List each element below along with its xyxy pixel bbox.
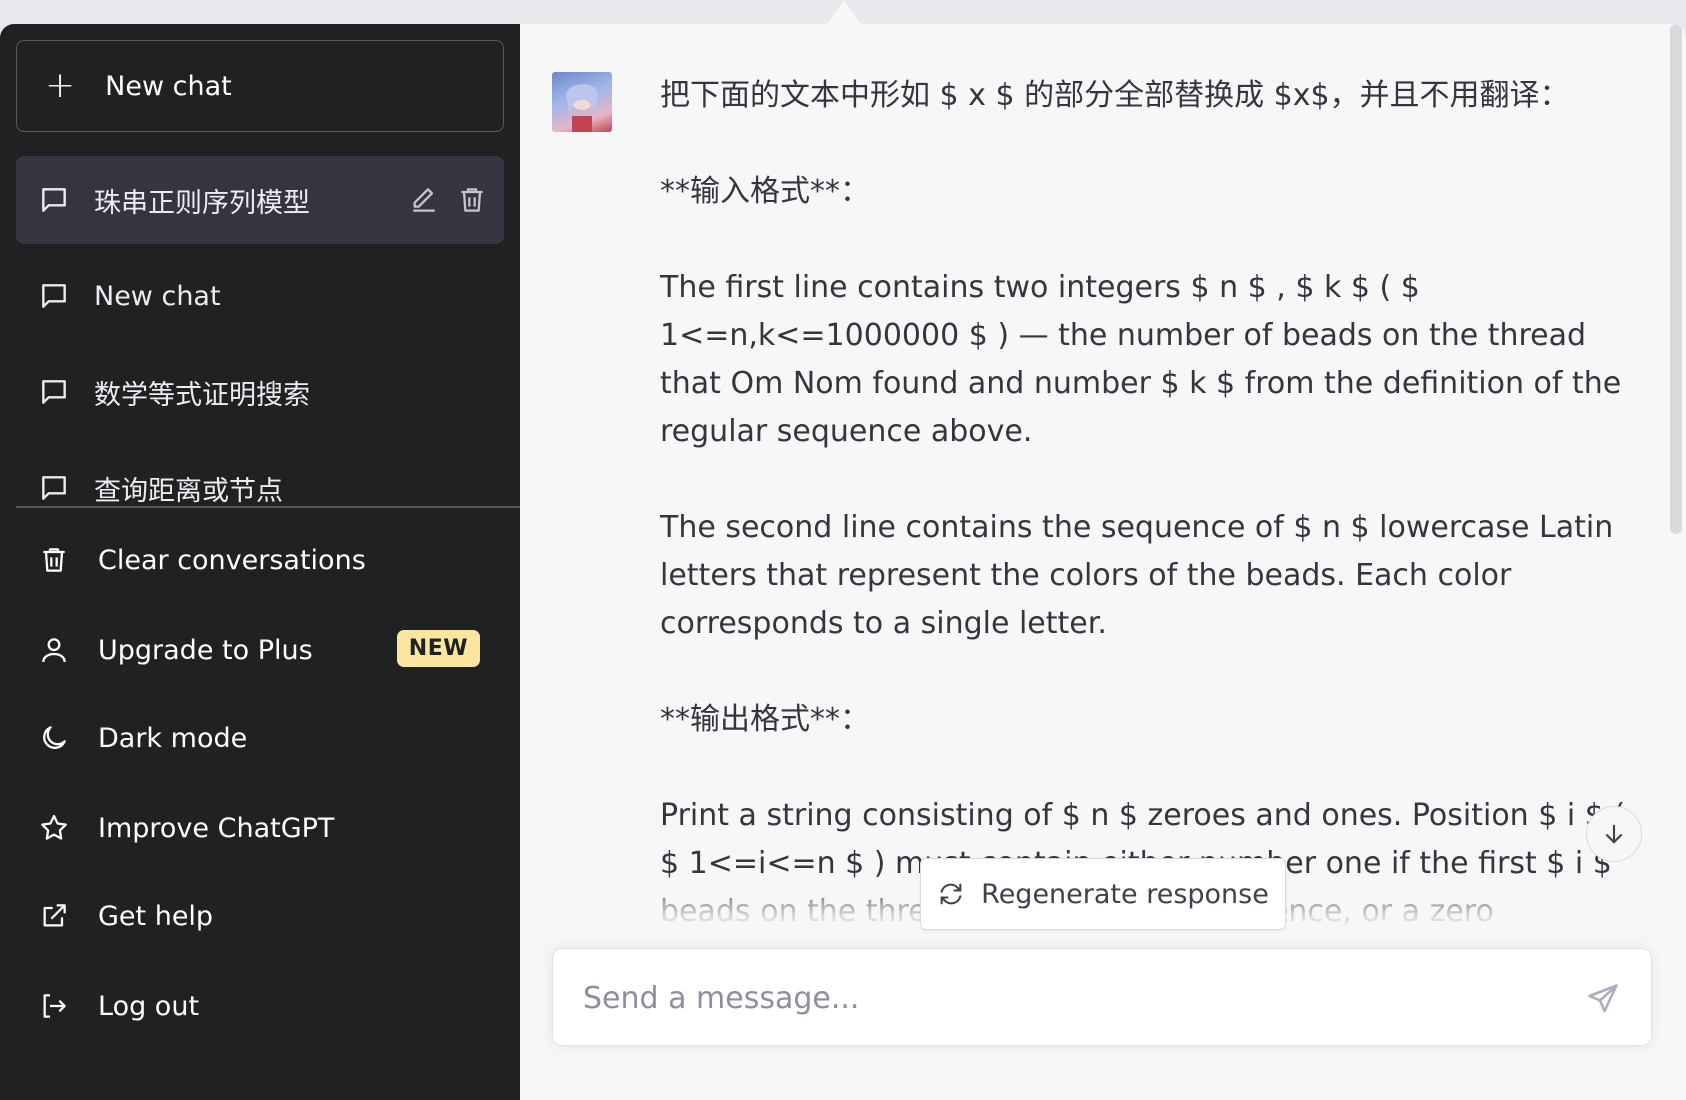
upgrade-label: Upgrade to Plus	[98, 634, 313, 666]
edit-icon[interactable]	[408, 184, 440, 216]
app-window: + New chat 珠串正则序列模型 New chat 数学等式证明搜索 查询…	[0, 24, 1686, 1100]
message-input[interactable]	[583, 973, 1543, 1023]
dark-mode-label: Dark mode	[98, 722, 248, 754]
clear-label: Clear conversations	[98, 544, 366, 576]
chat-main: 把下面的文本中形如 $ x $ 的部分全部替换成 $x$，并且不用翻译： **输…	[520, 24, 1686, 1100]
sidebar-item-label: New chat	[94, 280, 221, 312]
sidebar-item-chat-4[interactable]: 查询距离或节点	[16, 444, 504, 530]
user-icon	[42, 638, 66, 663]
plus-icon: +	[45, 65, 76, 106]
regenerate-response-button[interactable]: Regenerate response	[920, 858, 1286, 930]
improve-label: Improve ChatGPT	[98, 812, 335, 844]
external-link-icon	[43, 904, 66, 927]
scrollbar[interactable]	[1670, 24, 1682, 534]
sidebar-divider	[16, 506, 520, 508]
logout-icon	[43, 994, 66, 1018]
new-chat-button[interactable]: + New chat	[16, 40, 504, 132]
chat-history: 珠串正则序列模型 New chat 数学等式证明搜索 查询距离或节点	[16, 156, 504, 530]
regenerate-label: Regenerate response	[981, 878, 1269, 910]
sidebar-item-label: 查询距离或节点	[94, 475, 283, 507]
new-chat-label: New chat	[105, 70, 232, 102]
avatar	[552, 72, 612, 132]
send-icon[interactable]	[1585, 981, 1621, 1017]
new-badge: NEW	[396, 630, 480, 667]
sidebar-item-chat-3[interactable]: 数学等式证明搜索	[16, 348, 504, 436]
log-out-button[interactable]: Log out	[16, 966, 504, 1046]
chat-bubble-icon	[42, 284, 66, 308]
logout-label: Log out	[98, 990, 200, 1022]
chat-bubble-icon	[42, 188, 66, 212]
chat-bubble-icon	[42, 380, 66, 404]
sidebar-item-chat-1[interactable]: 珠串正则序列模型	[16, 156, 504, 244]
sidebar-item-label: 数学等式证明搜索	[94, 379, 310, 411]
message-composer	[552, 948, 1652, 1046]
trash-icon	[43, 548, 65, 572]
arrow-down-icon	[1605, 824, 1623, 844]
scroll-to-bottom-button[interactable]	[1586, 806, 1642, 862]
trash-icon[interactable]	[456, 184, 488, 216]
chat-bubble-icon	[42, 476, 66, 500]
dark-mode-button[interactable]: Dark mode	[16, 698, 504, 778]
help-label: Get help	[98, 900, 214, 932]
sidebar-item-label: 珠串正则序列模型	[94, 187, 310, 219]
moon-icon	[43, 726, 66, 749]
star-icon	[41, 814, 67, 840]
sidebar-item-chat-2[interactable]: New chat	[16, 252, 504, 340]
chat-actions	[408, 184, 488, 216]
sidebar: + New chat 珠串正则序列模型 New chat 数学等式证明搜索 查询…	[0, 24, 520, 1100]
clear-conversations-button[interactable]: Clear conversations	[16, 520, 504, 600]
get-help-button[interactable]: Get help	[16, 876, 504, 956]
avatar-image-icon	[566, 84, 598, 132]
message-area: 把下面的文本中形如 $ x $ 的部分全部替换成 $x$，并且不用翻译： **输…	[520, 24, 1686, 954]
improve-chatgpt-button[interactable]: Improve ChatGPT	[16, 788, 504, 868]
window-notch	[827, 0, 861, 24]
upgrade-to-plus-button[interactable]: Upgrade to Plus NEW	[16, 610, 504, 690]
message-text: 把下面的文本中形如 $ x $ 的部分全部替换成 $x$，并且不用翻译： **输…	[660, 78, 1625, 954]
refresh-icon	[940, 883, 962, 905]
